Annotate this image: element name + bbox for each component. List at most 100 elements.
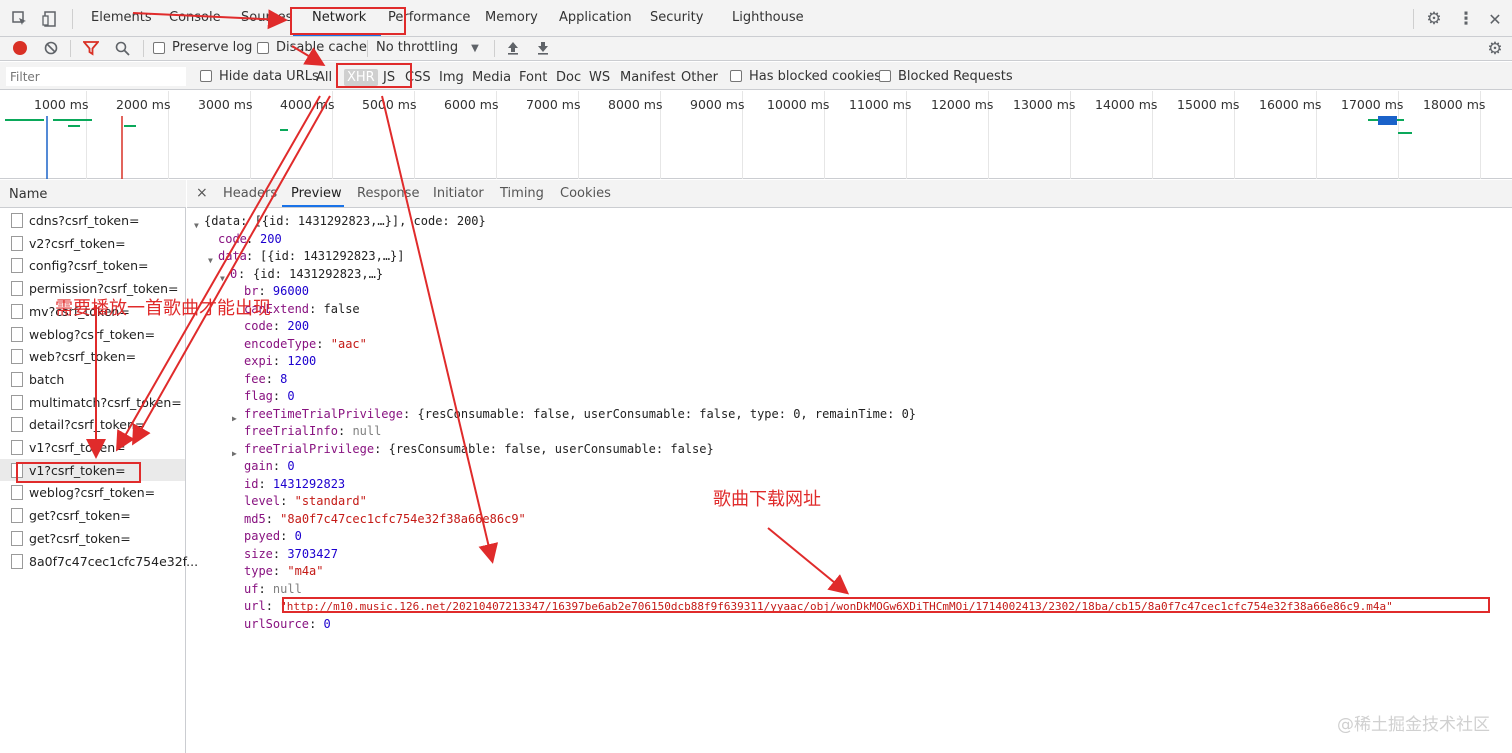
tab-preview[interactable]: Preview — [291, 186, 342, 201]
chevron-down-icon[interactable]: ▼ — [468, 40, 482, 56]
filter-input[interactable] — [6, 67, 186, 86]
json-value: 96000 — [272, 284, 310, 298]
json-value: "aac" — [330, 336, 367, 351]
file-icon — [11, 394, 23, 410]
json-value[interactable]: [{id: 1431292823,…}] — [260, 248, 405, 266]
tab-cookies[interactable]: Cookies — [560, 186, 611, 201]
annotation-box-xhr-filter — [336, 63, 412, 88]
close-detail-icon[interactable]: × — [196, 185, 208, 201]
json-value: 0 — [323, 616, 331, 631]
throttling-select[interactable]: No throttling — [376, 40, 458, 55]
clear-icon[interactable] — [42, 39, 60, 57]
close-devtools-icon[interactable]: ✕ — [1485, 9, 1505, 29]
filter-type-doc[interactable]: Doc — [556, 70, 581, 85]
record-icon[interactable] — [13, 41, 27, 55]
json-key: expi — [244, 354, 273, 368]
tab-initiator[interactable]: Initiator — [433, 186, 484, 201]
tab-elements[interactable]: Elements — [91, 10, 152, 25]
more-options-icon[interactable]: ⋮ — [1456, 9, 1476, 29]
tab-headers[interactable]: Headers — [223, 186, 277, 201]
json-key: freeTrialPrivilege — [244, 441, 375, 456]
request-row[interactable]: v2?csrf_token= — [0, 232, 185, 255]
filter-type-media[interactable]: Media — [472, 70, 511, 85]
file-icon — [11, 213, 23, 228]
filter-type-all[interactable]: All — [316, 70, 332, 85]
json-value: null — [272, 581, 302, 596]
import-har-icon[interactable] — [504, 39, 522, 57]
json-value: null — [352, 424, 382, 438]
tab-security[interactable]: Security — [650, 10, 703, 25]
collapse-arrow-icon[interactable]: ▼ — [220, 270, 225, 288]
filter-type-font[interactable]: Font — [519, 70, 547, 85]
json-root-summary[interactable]: {data: [{id: 1431292823,…}], code: 200} — [204, 213, 486, 231]
json-value[interactable]: {id: 1431292823,…} — [253, 266, 383, 284]
hide-data-urls-checkbox[interactable] — [200, 70, 212, 82]
request-row[interactable]: weblog?csrf_token= — [0, 323, 185, 346]
expand-arrow-icon[interactable]: ▶ — [232, 410, 237, 428]
request-row[interactable]: get?csrf_token= — [0, 504, 185, 527]
filter-icon[interactable] — [82, 39, 100, 57]
tab-lighthouse[interactable]: Lighthouse — [732, 10, 804, 25]
inspect-element-icon[interactable] — [10, 9, 30, 29]
tab-application[interactable]: Application — [559, 10, 632, 25]
request-row[interactable]: web?csrf_token= — [0, 345, 185, 368]
request-row[interactable]: 8a0f7c47cec1cfc754e32f... — [0, 550, 198, 573]
tab-timing[interactable]: Timing — [500, 186, 544, 201]
expand-arrow-icon[interactable]: ▶ — [232, 445, 237, 463]
tab-memory[interactable]: Memory — [485, 10, 538, 25]
annotation-play-note: 需要播放一首歌曲才能出现 — [55, 298, 271, 319]
json-key: size — [244, 546, 273, 561]
export-har-icon[interactable] — [534, 39, 552, 57]
tab-response[interactable]: Response — [357, 186, 419, 201]
json-value: "standard" — [294, 494, 367, 508]
network-toolbar: Preserve log Disable cache No throttling… — [0, 37, 1512, 61]
json-key: code — [218, 231, 247, 246]
blocked-requests-checkbox[interactable] — [879, 70, 891, 82]
request-row[interactable]: cdns?csrf_token= — [0, 209, 185, 232]
network-settings-gear-icon[interactable]: ⚙ — [1485, 39, 1505, 59]
collapse-arrow-icon[interactable]: ▼ — [194, 217, 199, 235]
blocked-requests-label: Blocked Requests — [898, 69, 1013, 84]
file-icon — [11, 508, 23, 524]
filter-type-other[interactable]: Other — [681, 70, 718, 85]
collapse-arrow-icon[interactable]: ▼ — [208, 252, 213, 270]
json-value: 3703427 — [287, 546, 338, 561]
request-row[interactable]: detail?csrf_token= — [0, 413, 185, 436]
preserve-log-checkbox[interactable] — [153, 42, 165, 54]
file-icon — [11, 553, 23, 569]
tab-console[interactable]: Console — [169, 10, 221, 25]
filter-type-img[interactable]: Img — [439, 70, 464, 85]
json-value: 200 — [260, 231, 282, 246]
search-icon[interactable] — [113, 39, 131, 57]
request-row[interactable]: weblog?csrf_token= — [0, 481, 185, 504]
device-toolbar-icon[interactable] — [40, 9, 60, 29]
devtools-tab-bar: Elements Console Sources Network Perform… — [0, 0, 1512, 37]
file-icon — [11, 258, 23, 274]
request-row[interactable]: config?csrf_token= — [0, 254, 185, 277]
json-key: md5 — [244, 511, 266, 526]
request-list-header[interactable]: Name — [0, 180, 186, 208]
request-row[interactable]: batch — [0, 368, 185, 391]
file-icon — [11, 417, 23, 433]
settings-gear-icon[interactable]: ⚙ — [1424, 9, 1444, 29]
tab-sources[interactable]: Sources — [241, 10, 292, 25]
has-blocked-cookies-checkbox[interactable] — [730, 70, 742, 82]
request-row[interactable]: v1?csrf_token= — [0, 436, 185, 459]
json-key: gain — [244, 459, 273, 473]
json-key: code — [244, 319, 273, 333]
file-icon — [11, 281, 23, 297]
network-overview-timeline[interactable]: 1000 ms 2000 ms 3000 ms 4000 ms 5000 ms … — [0, 91, 1512, 179]
request-row[interactable]: multimatch?csrf_token= — [0, 391, 185, 414]
filter-type-ws[interactable]: WS — [589, 70, 610, 85]
file-icon — [11, 371, 23, 387]
request-row[interactable]: get?csrf_token= — [0, 527, 185, 550]
filter-type-manifest[interactable]: Manifest — [620, 70, 675, 85]
watermark: @稀土掘金技术社区 — [1337, 715, 1490, 735]
json-value: "8a0f7c47cec1cfc754e32f38a66e86c9" — [280, 511, 526, 526]
has-blocked-cookies-label: Has blocked cookies — [749, 69, 882, 84]
name-column-header: Name — [9, 187, 48, 202]
request-detail-tabs: × Headers Preview Response Initiator Tim… — [187, 180, 1512, 208]
json-key: payed — [244, 529, 281, 543]
json-value: "m4a" — [287, 564, 324, 578]
disable-cache-checkbox[interactable] — [257, 42, 269, 54]
